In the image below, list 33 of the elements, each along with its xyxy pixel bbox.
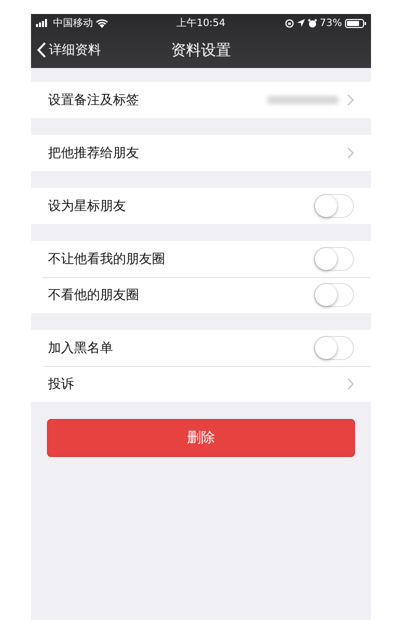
- row-label: 加入黑名单: [48, 340, 113, 357]
- delete-button[interactable]: 删除: [47, 419, 355, 457]
- settings-row[interactable]: 设置备注及标签: [31, 82, 371, 118]
- battery-icon: [345, 18, 366, 28]
- row-label: 把他推荐给朋友: [48, 145, 139, 162]
- chevron-right-icon: [347, 94, 354, 106]
- back-chevron-icon: [37, 42, 46, 58]
- settings-row[interactable]: 设为星标朋友: [31, 188, 371, 224]
- toggle-switch[interactable]: [314, 336, 354, 360]
- location-icon: [296, 19, 305, 27]
- page-title: 资料设置: [171, 40, 231, 60]
- signal-icon: [36, 19, 50, 27]
- chevron-right-icon: [347, 147, 354, 159]
- carrier-name: 中国移动: [53, 16, 93, 30]
- settings-row[interactable]: 投诉: [31, 366, 371, 402]
- toggle-switch[interactable]: [314, 283, 354, 307]
- row-label: 设为星标朋友: [48, 198, 126, 215]
- chevron-right-icon: [347, 378, 354, 390]
- settings-row[interactable]: 加入黑名单: [31, 330, 371, 366]
- row-label: 不看他的朋友圈: [48, 287, 139, 304]
- toggle-switch[interactable]: [314, 247, 354, 271]
- settings-row[interactable]: 把他推荐给朋友: [31, 135, 371, 171]
- alarm-icon: [308, 18, 317, 28]
- row-label: 投诉: [48, 376, 74, 393]
- settings-row[interactable]: 不让他看我的朋友圈: [31, 241, 371, 277]
- toggle-switch[interactable]: [314, 194, 354, 218]
- battery-percent: 73%: [320, 18, 342, 28]
- row-label: 不让他看我的朋友圈: [48, 251, 165, 268]
- row-label: 设置备注及标签: [48, 92, 139, 109]
- status-time: 上午10:54: [176, 16, 226, 30]
- wifi-icon: [96, 18, 108, 28]
- settings-row[interactable]: 不看他的朋友圈: [31, 277, 371, 313]
- back-button[interactable]: 详细资料: [31, 41, 107, 59]
